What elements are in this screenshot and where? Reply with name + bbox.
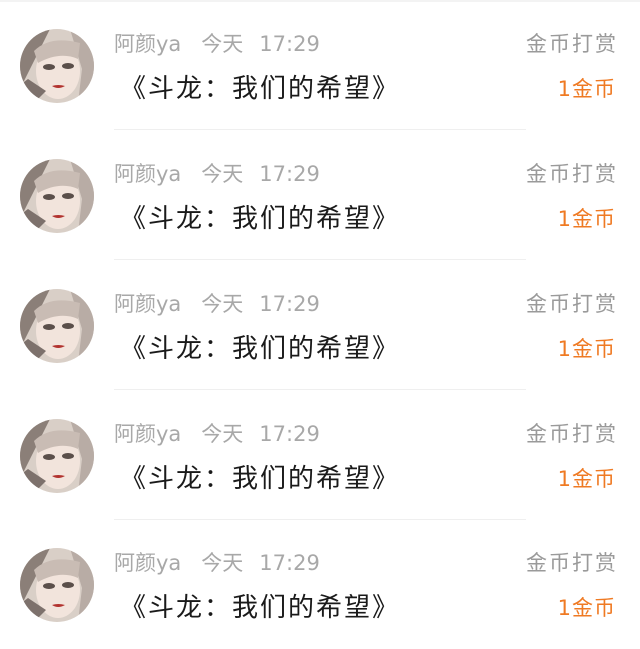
book-title[interactable]: 《斗龙：我们的希望》: [120, 591, 400, 625]
comment-time: 17:29: [259, 292, 320, 316]
reward-label: 金币打赏: [526, 551, 618, 575]
author-name[interactable]: 阿颜ya: [114, 292, 181, 316]
comment-day: 今天: [201, 32, 244, 56]
avatar[interactable]: [20, 419, 94, 493]
avatar-portrait-icon: [20, 29, 94, 103]
comment-meta: 阿颜ya 今天 17:29: [114, 160, 320, 188]
reward-label: 金币打赏: [526, 292, 618, 316]
comment-meta: 阿颜ya 今天 17:29: [114, 30, 320, 58]
avatar[interactable]: [20, 289, 94, 363]
comment-time: 17:29: [259, 162, 320, 186]
reward-label: 金币打赏: [526, 32, 618, 56]
book-title[interactable]: 《斗龙：我们的希望》: [120, 72, 400, 106]
list-item[interactable]: 阿颜ya 今天 17:29 《斗龙：我们的希望》 金币打赏 1金币: [0, 260, 640, 390]
comment-meta: 阿颜ya 今天 17:29: [114, 549, 320, 577]
comment-meta: 阿颜ya 今天 17:29: [114, 420, 320, 448]
avatar[interactable]: [20, 159, 94, 233]
book-title[interactable]: 《斗龙：我们的希望》: [120, 462, 400, 496]
avatar-portrait-icon: [20, 548, 94, 622]
comment-meta: 阿颜ya 今天 17:29: [114, 290, 320, 318]
comment-day: 今天: [201, 162, 244, 186]
reward-amount: 1金币: [557, 77, 616, 101]
avatar-portrait-icon: [20, 159, 94, 233]
reward-amount: 1金币: [557, 207, 616, 231]
book-title[interactable]: 《斗龙：我们的希望》: [120, 202, 400, 236]
author-name[interactable]: 阿颜ya: [114, 551, 181, 575]
author-name[interactable]: 阿颜ya: [114, 32, 181, 56]
comment-time: 17:29: [259, 32, 320, 56]
avatar-portrait-icon: [20, 289, 94, 363]
list-item[interactable]: 阿颜ya 今天 17:29 《斗龙：我们的希望》 金币打赏 1金币: [0, 390, 640, 520]
reward-label: 金币打赏: [526, 162, 618, 186]
reward-list: 阿颜ya 今天 17:29 《斗龙：我们的希望》 金币打赏 1金币 阿颜ya 今天 17…: [0, 0, 640, 649]
comment-time: 17:29: [259, 422, 320, 446]
avatar[interactable]: [20, 548, 94, 622]
reward-amount: 1金币: [557, 467, 616, 491]
comment-time: 17:29: [259, 551, 320, 575]
author-name[interactable]: 阿颜ya: [114, 162, 181, 186]
list-item[interactable]: 阿颜ya 今天 17:29 《斗龙：我们的希望》 金币打赏 1金币: [0, 0, 640, 130]
list-item[interactable]: 阿颜ya 今天 17:29 《斗龙：我们的希望》 金币打赏 1金币: [0, 519, 640, 649]
avatar-portrait-icon: [20, 419, 94, 493]
comment-day: 今天: [201, 551, 244, 575]
reward-label: 金币打赏: [526, 422, 618, 446]
reward-amount: 1金币: [557, 337, 616, 361]
comment-day: 今天: [201, 422, 244, 446]
reward-amount: 1金币: [557, 596, 616, 620]
book-title[interactable]: 《斗龙：我们的希望》: [120, 332, 400, 366]
comment-day: 今天: [201, 292, 244, 316]
list-item[interactable]: 阿颜ya 今天 17:29 《斗龙：我们的希望》 金币打赏 1金币: [0, 130, 640, 260]
avatar[interactable]: [20, 29, 94, 103]
author-name[interactable]: 阿颜ya: [114, 422, 181, 446]
